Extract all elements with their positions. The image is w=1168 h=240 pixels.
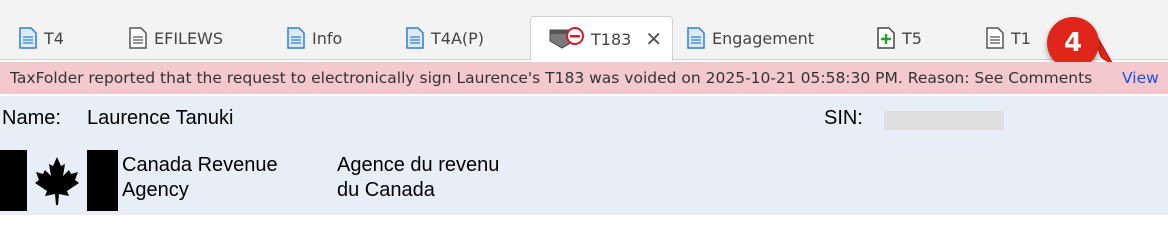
document-lines-icon	[129, 27, 147, 49]
tab-label: T4	[44, 28, 64, 48]
document-icon	[19, 27, 37, 49]
name-label: Name:	[2, 107, 61, 129]
sin-label: SIN:	[824, 107, 863, 129]
tab-t4[interactable]: T4	[19, 16, 64, 60]
close-icon[interactable]: ✕	[645, 29, 662, 49]
document-icon	[687, 27, 705, 49]
maple-leaf-icon	[33, 156, 81, 211]
tab-t4ap[interactable]: T4A(P)	[406, 16, 484, 60]
form-header: Name: Laurence Tanuki SIN: Canada Revenu…	[0, 96, 1168, 215]
notification-bar: TaxFolder reported that the request to e…	[0, 62, 1168, 94]
tab-label: T4A(P)	[431, 28, 485, 48]
notification-message: TaxFolder reported that the request to e…	[10, 69, 1093, 87]
document-icon	[406, 27, 424, 49]
name-value: Laurence Tanuki	[87, 107, 234, 129]
tab-label: Engagement	[712, 28, 815, 48]
tab-efilews[interactable]: EFILEWS	[129, 16, 223, 60]
tab-bar: T4 EFILEWS Info T4A(P) T183 ✕ Engagement	[0, 0, 1168, 61]
view-link[interactable]: View	[1122, 69, 1159, 87]
agency-name-french: Agence du revenu du Canada	[337, 154, 500, 201]
tab-label: T183	[591, 29, 632, 49]
tab-label: T5	[902, 28, 922, 48]
document-lines-icon	[986, 27, 1004, 49]
tab-engagement[interactable]: Engagement	[687, 16, 814, 60]
canada-flag-logo	[0, 150, 118, 211]
agency-name-english: Canada Revenue Agency	[122, 154, 278, 201]
tab-label: Info	[312, 28, 343, 48]
tab-label: EFILEWS	[154, 28, 224, 48]
tab-info[interactable]: Info	[287, 16, 342, 60]
sin-field[interactable]	[884, 111, 1004, 130]
tab-t1[interactable]: T1	[986, 16, 1031, 60]
flag-bar-left	[0, 150, 27, 211]
add-document-icon	[877, 27, 895, 49]
voided-form-icon	[548, 26, 584, 52]
document-icon	[287, 27, 305, 49]
flag-bar-right	[87, 150, 118, 211]
tab-t5[interactable]: T5	[877, 16, 922, 60]
tab-t183[interactable]: T183 ✕	[530, 16, 674, 61]
tab-label: T1	[1011, 28, 1031, 48]
